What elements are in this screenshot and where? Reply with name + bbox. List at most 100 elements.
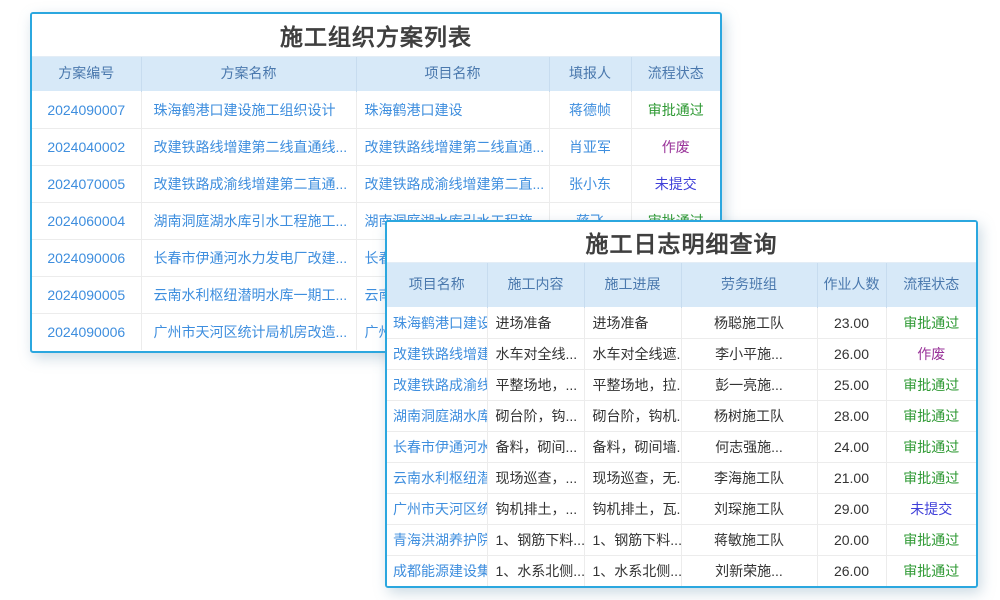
plan-name-cell[interactable]: 湖南洞庭湖水库引水工程施工... — [141, 202, 356, 239]
project-name-cell[interactable]: 珠海鹤港口建设 — [387, 307, 487, 338]
work-content-cell: 水车对全线... — [487, 338, 584, 369]
project-name-cell[interactable]: 湖南洞庭湖水库引水工程施工 — [387, 400, 487, 431]
log-table-row[interactable]: 长春市伊通河水力发电厂改建 备料，砌间... 备料，砌间墙... 何志强施...… — [387, 431, 976, 462]
work-progress-cell: 现场巡查，无... — [584, 462, 681, 493]
worker-count-cell: 20.00 — [817, 524, 886, 555]
work-progress-cell: 备料，砌间墙... — [584, 431, 681, 462]
col-header-work-content: 施工内容 — [487, 263, 584, 307]
col-header-status: 流程状态 — [631, 57, 720, 91]
worker-count-cell: 23.00 — [817, 307, 886, 338]
work-content-cell: 砌台阶，钩... — [487, 400, 584, 431]
work-content-cell: 钩机排土，... — [487, 493, 584, 524]
log-table-row[interactable]: 改建铁路线增建第二线直通线 水车对全线... 水车对全线遮... 李小平施...… — [387, 338, 976, 369]
log-query-window: 施工日志明细查询 项目名称 施工内容 施工进展 劳务班组 作业人数 流程状态 珠… — [385, 220, 978, 588]
col-header-plan-name: 方案名称 — [141, 57, 356, 91]
project-name-cell[interactable]: 广州市天河区统计局机房改造 — [387, 493, 487, 524]
worker-count-cell: 29.00 — [817, 493, 886, 524]
work-progress-cell: 平整场地，拉... — [584, 369, 681, 400]
col-header-status: 流程状态 — [886, 263, 976, 307]
status-badge: 审批通过 — [886, 400, 976, 431]
status-badge: 审批通过 — [886, 524, 976, 555]
log-table: 项目名称 施工内容 施工进展 劳务班组 作业人数 流程状态 珠海鹤港口建设 进场… — [387, 263, 976, 586]
col-header-worker-count: 作业人数 — [817, 263, 886, 307]
project-name-cell[interactable]: 云南水利枢纽潜明水库一期工程 — [387, 462, 487, 493]
labor-team-cell: 蒋敏施工队 — [681, 524, 817, 555]
col-header-reporter: 填报人 — [549, 57, 631, 91]
labor-team-cell: 李海施工队 — [681, 462, 817, 493]
status-badge: 作废 — [631, 128, 720, 165]
plan-name-cell[interactable]: 珠海鹤港口建设施工组织设计 — [141, 91, 356, 128]
labor-team-cell: 彭一亮施... — [681, 369, 817, 400]
work-content-cell: 备料，砌间... — [487, 431, 584, 462]
project-name-cell[interactable]: 青海洪湖养护院项目 — [387, 524, 487, 555]
worker-count-cell: 24.00 — [817, 431, 886, 462]
plan-no-cell[interactable]: 2024090007 — [32, 91, 141, 128]
project-name-cell[interactable]: 珠海鹤港口建设 — [356, 91, 549, 128]
worker-count-cell: 26.00 — [817, 555, 886, 586]
col-header-work-progress: 施工进展 — [584, 263, 681, 307]
log-table-row[interactable]: 云南水利枢纽潜明水库一期工程 现场巡查，... 现场巡查，无... 李海施工队 … — [387, 462, 976, 493]
log-table-row[interactable]: 湖南洞庭湖水库引水工程施工 砌台阶，钩... 砌台阶，钩机... 杨树施工队 2… — [387, 400, 976, 431]
status-badge: 审批通过 — [886, 431, 976, 462]
plan-no-cell[interactable]: 2024060004 — [32, 202, 141, 239]
project-name-cell[interactable]: 成都能源建设集团 — [387, 555, 487, 586]
work-content-cell: 1、钢筋下料... — [487, 524, 584, 555]
project-name-cell[interactable]: 改建铁路线增建第二线直通... — [356, 128, 549, 165]
status-badge: 未提交 — [886, 493, 976, 524]
labor-team-cell: 杨聪施工队 — [681, 307, 817, 338]
work-progress-cell: 砌台阶，钩机... — [584, 400, 681, 431]
log-table-row[interactable]: 成都能源建设集团 1、水系北侧... 1、水系北侧... 刘新荣施... 26.… — [387, 555, 976, 586]
plan-table-row[interactable]: 2024070005 改建铁路成渝线增建第二直通... 改建铁路成渝线增建第二直… — [32, 165, 720, 202]
log-table-body: 珠海鹤港口建设 进场准备 进场准备 杨聪施工队 23.00 审批通过 改建铁路线… — [387, 307, 976, 586]
plan-name-cell[interactable]: 广州市天河区统计局机房改造... — [141, 313, 356, 350]
log-table-row[interactable]: 青海洪湖养护院项目 1、钢筋下料... 1、钢筋下料... 蒋敏施工队 20.0… — [387, 524, 976, 555]
log-query-title: 施工日志明细查询 — [387, 222, 976, 263]
project-name-cell[interactable]: 改建铁路成渝线增建第二直... — [356, 165, 549, 202]
labor-team-cell: 杨树施工队 — [681, 400, 817, 431]
work-content-cell: 1、水系北侧... — [487, 555, 584, 586]
plan-no-cell[interactable]: 2024090006 — [32, 313, 141, 350]
work-progress-cell: 1、钢筋下料... — [584, 524, 681, 555]
labor-team-cell: 李小平施... — [681, 338, 817, 369]
project-name-cell[interactable]: 改建铁路线增建第二线直通线 — [387, 338, 487, 369]
work-progress-cell: 水车对全线遮... — [584, 338, 681, 369]
col-header-project-name: 项目名称 — [356, 57, 549, 91]
status-badge: 作废 — [886, 338, 976, 369]
plan-table-row[interactable]: 2024090007 珠海鹤港口建设施工组织设计 珠海鹤港口建设 蒋德帧 审批通… — [32, 91, 720, 128]
plan-no-cell[interactable]: 2024090005 — [32, 276, 141, 313]
labor-team-cell: 刘新荣施... — [681, 555, 817, 586]
log-table-header-row: 项目名称 施工内容 施工进展 劳务班组 作业人数 流程状态 — [387, 263, 976, 307]
worker-count-cell: 25.00 — [817, 369, 886, 400]
labor-team-cell: 刘琛施工队 — [681, 493, 817, 524]
status-badge: 审批通过 — [886, 307, 976, 338]
plan-no-cell[interactable]: 2024070005 — [32, 165, 141, 202]
plan-list-title: 施工组织方案列表 — [32, 14, 720, 57]
worker-count-cell: 21.00 — [817, 462, 886, 493]
plan-name-cell[interactable]: 长春市伊通河水力发电厂改建... — [141, 239, 356, 276]
plan-table-row[interactable]: 2024040002 改建铁路线增建第二线直通线... 改建铁路线增建第二线直通… — [32, 128, 720, 165]
project-name-cell[interactable]: 长春市伊通河水力发电厂改建 — [387, 431, 487, 462]
reporter-cell: 蒋德帧 — [549, 91, 631, 128]
log-table-row[interactable]: 珠海鹤港口建设 进场准备 进场准备 杨聪施工队 23.00 审批通过 — [387, 307, 976, 338]
work-progress-cell: 进场准备 — [584, 307, 681, 338]
work-progress-cell: 钩机排土，瓦... — [584, 493, 681, 524]
log-table-row[interactable]: 广州市天河区统计局机房改造 钩机排土，... 钩机排土，瓦... 刘琛施工队 2… — [387, 493, 976, 524]
plan-name-cell[interactable]: 改建铁路线增建第二线直通线... — [141, 128, 356, 165]
status-badge: 审批通过 — [886, 369, 976, 400]
plan-no-cell[interactable]: 2024040002 — [32, 128, 141, 165]
worker-count-cell: 28.00 — [817, 400, 886, 431]
reporter-cell: 肖亚军 — [549, 128, 631, 165]
work-content-cell: 平整场地，... — [487, 369, 584, 400]
plan-name-cell[interactable]: 云南水利枢纽潜明水库一期工... — [141, 276, 356, 313]
col-header-plan-no: 方案编号 — [32, 57, 141, 91]
worker-count-cell: 26.00 — [817, 338, 886, 369]
project-name-cell[interactable]: 改建铁路成渝线增建第二直通 — [387, 369, 487, 400]
status-badge: 审批通过 — [886, 462, 976, 493]
work-content-cell: 现场巡查，... — [487, 462, 584, 493]
plan-name-cell[interactable]: 改建铁路成渝线增建第二直通... — [141, 165, 356, 202]
status-badge: 审批通过 — [631, 91, 720, 128]
plan-no-cell[interactable]: 2024090006 — [32, 239, 141, 276]
plan-table-header-row: 方案编号 方案名称 项目名称 填报人 流程状态 — [32, 57, 720, 91]
log-table-row[interactable]: 改建铁路成渝线增建第二直通 平整场地，... 平整场地，拉... 彭一亮施...… — [387, 369, 976, 400]
status-badge: 审批通过 — [886, 555, 976, 586]
